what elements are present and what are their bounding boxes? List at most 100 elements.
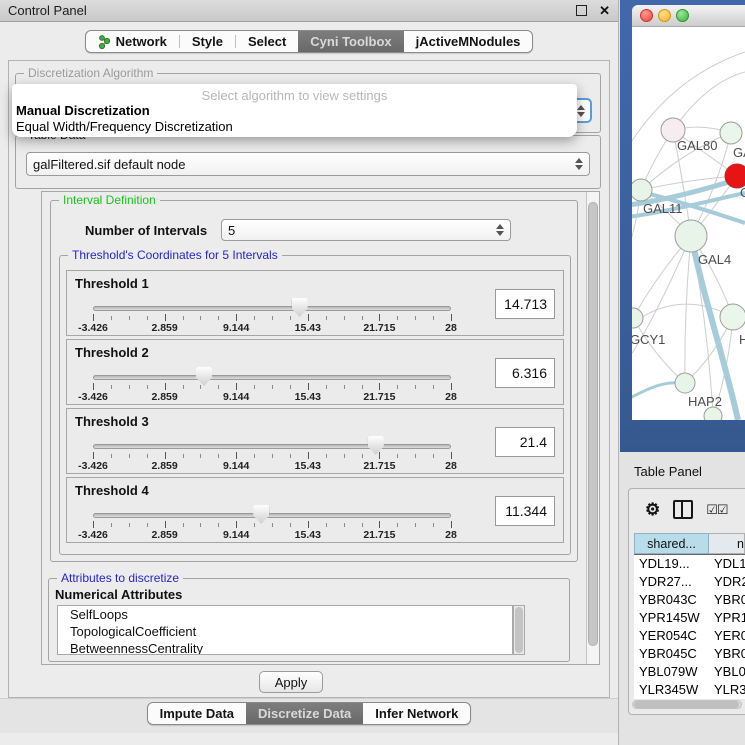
mac-close-icon[interactable]: [640, 9, 653, 22]
table-rows: YDL19...YDL1YDR27...YDR2YBR043CYBR0YPR14…: [634, 555, 745, 699]
table-cell: YDR27...: [634, 573, 709, 591]
number-of-intervals-value: 5: [228, 223, 492, 238]
tick-label: 28: [445, 391, 457, 403]
table-row[interactable]: YLR345WYLR3: [634, 681, 745, 699]
tick-label: 21.715: [363, 391, 395, 403]
threshold-value-field[interactable]: 21.4: [495, 427, 555, 457]
tick-label: 2.859: [151, 460, 177, 472]
attribute-item[interactable]: TopologicalCoefficient: [58, 623, 512, 640]
tab-cyni-toolbox[interactable]: Cyni Toolbox: [298, 31, 403, 52]
table-row[interactable]: YER054CYER0: [634, 627, 745, 645]
attributes-list-scrollbar[interactable]: [513, 605, 525, 655]
columns-icon[interactable]: [673, 500, 693, 519]
threshold-slider-track[interactable]: [93, 375, 451, 380]
table-cell: YDL1: [709, 555, 745, 573]
tick-label: -3.426: [78, 322, 108, 334]
network-edge: [673, 72, 745, 130]
tab-label: Cyni Toolbox: [310, 34, 391, 49]
table-row[interactable]: YDR27...YDR2: [634, 573, 745, 591]
tick-label: 28: [445, 529, 457, 541]
slider-ticks: [93, 314, 451, 322]
table-row[interactable]: YBR045CYBR0: [634, 645, 745, 663]
network-node-h[interactable]: [720, 304, 745, 330]
table-cell: YLR3: [709, 681, 745, 699]
threshold-slider-track[interactable]: [93, 444, 451, 449]
network-node-gcy1[interactable]: [632, 308, 643, 328]
table-horizontal-scrollbar[interactable]: [632, 700, 742, 709]
tick-label: 21.715: [363, 460, 395, 472]
node-label: GAL80: [677, 138, 717, 153]
tick-label: 21.715: [363, 529, 395, 541]
table-data-group: Table Data galFiltered.sif default node: [15, 135, 601, 189]
close-icon[interactable]: ✕: [599, 4, 610, 17]
column-header-name[interactable]: na: [709, 533, 745, 554]
node-label: C: [740, 185, 745, 200]
network-node-gal4[interactable]: [675, 220, 707, 252]
table-cell: YDL19...: [634, 555, 709, 573]
tick-label: 9.144: [223, 529, 249, 541]
network-canvas[interactable]: GAL80GACGAL11GAL4GCY1HHAP2: [632, 27, 745, 420]
column-header-shared[interactable]: shared...: [634, 533, 709, 554]
table-row[interactable]: YDL19...YDL1: [634, 555, 745, 573]
titlebar: Control Panel ✕: [0, 0, 618, 22]
settings-scrollbar[interactable]: [586, 192, 599, 664]
apply-button[interactable]: Apply: [259, 671, 323, 693]
algorithm-dropdown-popup: Select algorithm to view settings Manual…: [12, 84, 577, 137]
threshold-value-field[interactable]: 11.344: [495, 496, 555, 526]
attribute-item[interactable]: SelfLoops: [58, 606, 512, 623]
table-cell: YBR0: [709, 591, 745, 609]
node-label: GA: [733, 145, 745, 160]
slider-tick-labels: -3.4262.8599.14415.4321.71528: [93, 529, 451, 541]
threshold-row: Threshold 2-3.4262.8599.14415.4321.71528…: [66, 339, 564, 405]
tick-label: 2.859: [151, 391, 177, 403]
threshold-slider-track[interactable]: [93, 513, 451, 518]
combo-stepper-icon: [492, 224, 504, 236]
tick-label: -3.426: [78, 391, 108, 403]
table-data-combo[interactable]: galFiltered.sif default node: [26, 152, 590, 176]
number-of-intervals-label: Number of Intervals: [85, 223, 207, 238]
table-panel-frame: ⚙ ☑☑ shared... na YDL19...YDL1YDR27...YD…: [628, 488, 745, 715]
threshold-value-field[interactable]: 14.713: [495, 289, 555, 319]
network-graph: GAL80GACGAL11GAL4GCY1HHAP2: [632, 27, 745, 420]
popup-item-manual-discretization[interactable]: Manual Discretization: [16, 103, 150, 118]
tick-label: 21.715: [363, 322, 395, 334]
table-row[interactable]: YBL079WYBL0: [634, 663, 745, 681]
tab-impute-data[interactable]: Impute Data: [148, 703, 246, 724]
number-of-intervals-combo[interactable]: 5: [221, 219, 511, 241]
table-cell: YBL079W: [634, 663, 709, 681]
tab-jactivemnodules[interactable]: jActiveMNodules: [404, 31, 533, 52]
table-row[interactable]: YBR043CYBR0: [634, 591, 745, 609]
float-window-icon[interactable]: [576, 5, 587, 16]
table-data-combo-value: galFiltered.sif default node: [33, 157, 571, 172]
network-node-gal11[interactable]: [632, 179, 652, 201]
slider-ticks: [93, 383, 451, 391]
node-label: GAL4: [698, 252, 731, 267]
network-node-ga[interactable]: [720, 122, 742, 144]
mac-zoom-icon[interactable]: [676, 9, 689, 22]
tab-network[interactable]: Network: [86, 31, 179, 52]
tab-style[interactable]: Style: [180, 31, 235, 52]
tab-select[interactable]: Select: [236, 31, 298, 52]
slider-ticks: [93, 521, 451, 529]
table-row[interactable]: YPR145WYPR1: [634, 609, 745, 627]
threshold-slider-track[interactable]: [93, 306, 451, 311]
threshold-value-field[interactable]: 6.316: [495, 358, 555, 388]
bottom-tabs: Impute Data Discretize DataInfer Network: [147, 702, 472, 725]
table-cell: YBL0: [709, 663, 745, 681]
slider-tick-labels: -3.4262.8599.14415.4321.71528: [93, 460, 451, 472]
tab-discretize-data[interactable]: Discretize Data: [246, 703, 363, 724]
select-columns-icon[interactable]: ☑☑: [706, 503, 727, 516]
table-panel-title: Table Panel: [634, 464, 702, 479]
network-node-hap2[interactable]: [675, 373, 695, 393]
mac-minimize-icon[interactable]: [658, 9, 671, 22]
popup-item-equal-width-frequency[interactable]: Equal Width/Frequency Discretization: [16, 119, 233, 134]
network-edge: [632, 304, 733, 327]
network-node[interactable]: [704, 407, 722, 420]
algorithm-group-title: Discretization Algorithm: [24, 66, 157, 80]
thresholds-group: Threshold's Coordinates for 5 Intervals …: [59, 255, 571, 555]
attribute-item[interactable]: BetweennessCentrality: [58, 640, 512, 655]
threshold-row: Threshold 3-3.4262.8599.14415.4321.71528…: [66, 408, 564, 474]
gear-icon[interactable]: ⚙: [645, 501, 660, 518]
tab-infer-network[interactable]: Infer Network: [363, 703, 470, 724]
tab-label: Impute Data: [160, 706, 234, 721]
